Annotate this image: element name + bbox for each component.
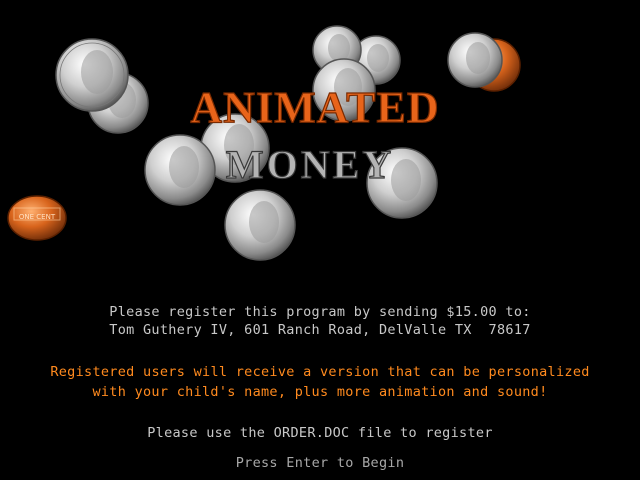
- quarter-coin: [55, 38, 129, 112]
- registered-benefit-line2: with your child's name, plus more animat…: [92, 384, 548, 400]
- quarter-coin: [224, 189, 296, 261]
- title-text-money: MONEY: [226, 142, 394, 185]
- press-enter-prompt[interactable]: Press Enter to Begin: [0, 455, 640, 471]
- game-title-money: MONEY: [225, 141, 394, 185]
- game-title-animated: ANIMATED: [190, 82, 439, 130]
- svg-text:ONE CENT: ONE CENT: [19, 213, 56, 221]
- order-doc-note: Please use the ORDER.DOC file to registe…: [147, 425, 493, 441]
- quarter-coin: [447, 32, 503, 88]
- penny-coin: ONE CENT: [7, 195, 67, 241]
- registered-benefit-line1: Registered users will receive a version …: [50, 364, 590, 380]
- mailing-address: Tom Guthery IV, 601 Ranch Road, DelValle…: [109, 322, 531, 338]
- title-text-animated: ANIMATED: [190, 83, 439, 130]
- register-instruction: Please register this program by sending …: [109, 304, 531, 320]
- title-screen: ONE CENT ANIMATED MONEY Please register …: [0, 0, 640, 480]
